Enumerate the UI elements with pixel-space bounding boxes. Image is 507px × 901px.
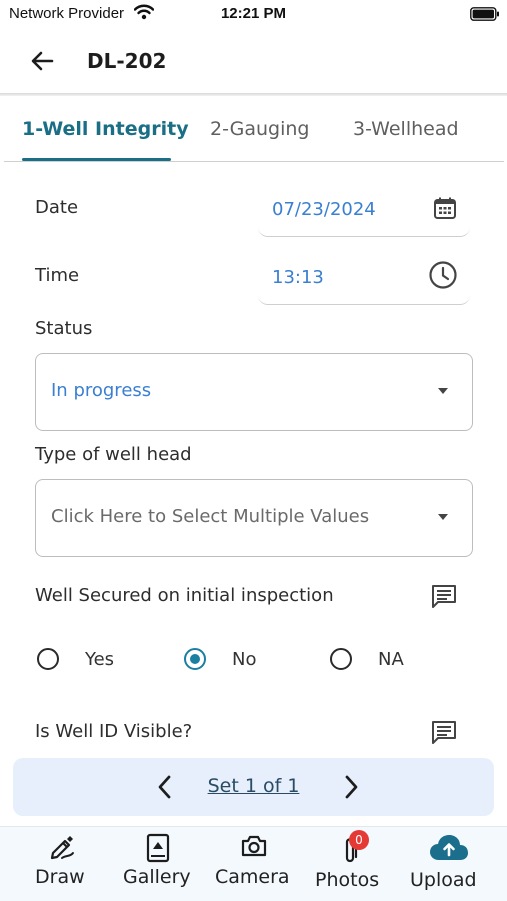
comment-icon[interactable] — [430, 583, 458, 613]
radio-circle — [37, 648, 59, 670]
radio-na-label: NA — [378, 649, 404, 670]
draw-label: Draw — [35, 866, 85, 888]
time-value: 13:13 — [272, 267, 324, 288]
well-head-type-placeholder: Click Here to Select Multiple Values — [51, 506, 370, 527]
gallery-button[interactable]: Gallery — [120, 827, 200, 901]
date-field[interactable]: 07/23/2024 — [258, 194, 470, 237]
draw-icon — [48, 833, 76, 865]
photos-label: Photos — [315, 869, 380, 891]
radio-yes-label: Yes — [85, 649, 115, 670]
date-value: 07/23/2024 — [272, 199, 376, 220]
well-secured-label: Well Secured on initial inspection — [35, 585, 334, 606]
chevron-right-icon[interactable] — [339, 772, 363, 806]
tab-bar: 1-Well Integrity 2-Gauging 3-Wellhead — [0, 96, 507, 162]
photos-count-badge: 0 — [349, 830, 369, 850]
page-title: DL-202 — [87, 49, 167, 73]
clock-icon[interactable] — [428, 260, 458, 294]
back-arrow-icon — [31, 51, 54, 71]
tab-wellhead[interactable]: 3-Wellhead — [353, 118, 459, 140]
time-field[interactable]: 13:13 — [258, 260, 470, 305]
comment-icon[interactable] — [430, 719, 458, 749]
radio-no-label: No — [232, 649, 257, 670]
camera-icon — [240, 833, 268, 863]
camera-button[interactable]: Camera — [212, 827, 297, 901]
date-label: Date — [35, 197, 79, 218]
well-id-visible-label: Is Well ID Visible? — [35, 721, 193, 742]
dropdown-arrow-icon — [438, 388, 448, 394]
set-indicator[interactable]: Set 1 of 1 — [13, 775, 494, 797]
camera-label: Camera — [215, 866, 290, 888]
tabs-divider — [4, 161, 504, 162]
status-bar: Network Provider 12:21 PM — [0, 0, 507, 28]
status-dropdown[interactable]: In progress — [35, 353, 473, 431]
back-button[interactable] — [28, 46, 60, 76]
draw-button[interactable]: Draw — [26, 827, 96, 901]
gallery-label: Gallery — [123, 866, 191, 888]
dropdown-arrow-icon — [438, 514, 448, 520]
well-head-type-dropdown[interactable]: Click Here to Select Multiple Values — [35, 479, 473, 557]
calendar-icon[interactable] — [432, 195, 458, 225]
time-label: Time — [35, 265, 80, 286]
gallery-icon — [145, 833, 171, 867]
radio-circle — [330, 648, 352, 670]
set-pager: Set 1 of 1 — [13, 758, 494, 816]
cloud-upload-icon — [429, 834, 469, 866]
status-label: Status — [35, 318, 93, 339]
bottom-toolbar: Draw Gallery Camera Photos Upload — [0, 826, 507, 901]
battery-icon — [470, 7, 500, 25]
chevron-left-icon[interactable] — [153, 772, 177, 806]
radio-circle-selected — [184, 648, 206, 670]
well-head-type-label: Type of well head — [35, 444, 192, 465]
tab-well-integrity[interactable]: 1-Well Integrity — [22, 118, 189, 140]
upload-button[interactable]: Upload — [406, 827, 491, 901]
status-time: 12:21 PM — [220, 5, 287, 22]
status-value: In progress — [51, 380, 152, 401]
upload-label: Upload — [410, 869, 477, 891]
tab-gauging[interactable]: 2-Gauging — [210, 118, 310, 140]
app-header: DL-202 — [0, 30, 507, 92]
